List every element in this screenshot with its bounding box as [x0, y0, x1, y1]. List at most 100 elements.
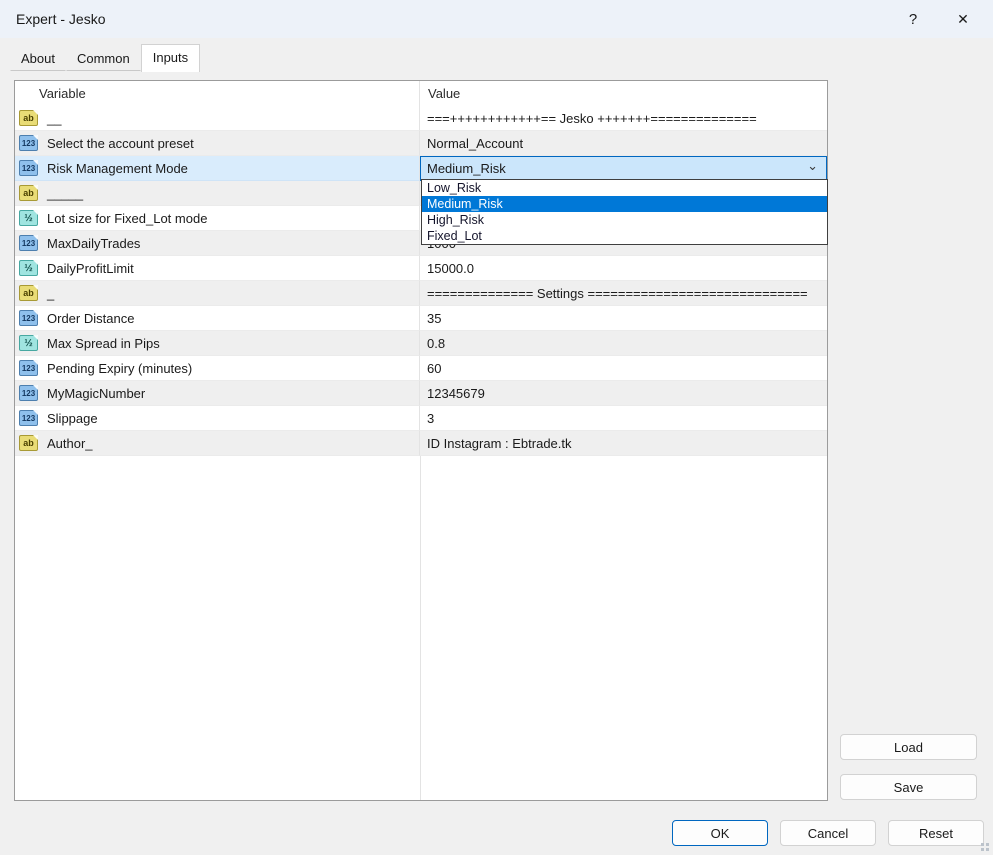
- variable-cell[interactable]: 123 Slippage: [15, 406, 420, 431]
- window-title: Expert - Jesko: [16, 11, 105, 27]
- value-cell[interactable]: 60: [420, 356, 827, 381]
- string-type-icon: ab: [19, 285, 38, 301]
- double-type-icon: ½: [19, 260, 38, 276]
- variable-cell[interactable]: 123 MaxDailyTrades: [15, 231, 420, 256]
- value-text: ===++++++++++++== Jesko +++++++=========…: [427, 111, 757, 126]
- variable-name: Max Spread in Pips: [47, 336, 160, 351]
- string-type-icon: ab: [19, 110, 38, 126]
- dropdown-option[interactable]: Fixed_Lot: [422, 228, 827, 244]
- table-row[interactable]: 123 Pending Expiry (minutes) 60: [15, 356, 827, 381]
- value-text: 0.8: [427, 336, 445, 351]
- variable-name: __: [47, 111, 61, 126]
- integer-type-icon: 123: [19, 160, 38, 176]
- variable-name: MaxDailyTrades: [47, 236, 140, 251]
- dropdown-option[interactable]: High_Risk: [422, 212, 827, 228]
- risk-mode-dropdown-list: Low_RiskMedium_RiskHigh_RiskFixed_Lot: [421, 179, 828, 245]
- table-body: ab __ ===++++++++++++== Jesko +++++++=====…: [15, 106, 827, 456]
- value-cell[interactable]: ============== Settings ================…: [420, 281, 827, 306]
- string-type-icon: ab: [19, 185, 38, 201]
- variable-name: Risk Management Mode: [47, 161, 188, 176]
- integer-type-icon: 123: [19, 235, 38, 251]
- variable-cell[interactable]: ab _: [15, 281, 420, 306]
- variable-name: Pending Expiry (minutes): [47, 361, 192, 376]
- tab-about[interactable]: About: [10, 46, 66, 71]
- value-cell[interactable]: Medium_Risk ⌄: [420, 156, 827, 181]
- save-button[interactable]: Save: [840, 774, 977, 800]
- integer-type-icon: 123: [19, 360, 38, 376]
- integer-type-icon: 123: [19, 135, 38, 151]
- variable-cell[interactable]: 123 Order Distance: [15, 306, 420, 331]
- value-cell[interactable]: 0.8: [420, 331, 827, 356]
- ok-button[interactable]: OK: [672, 820, 768, 846]
- value-cell[interactable]: 3: [420, 406, 827, 431]
- variable-cell[interactable]: ab Author_: [15, 431, 420, 456]
- table-row[interactable]: ab _ ============== Settings =============…: [15, 281, 827, 306]
- risk-mode-combobox[interactable]: Medium_Risk ⌄: [420, 156, 827, 181]
- value-text: 15000.0: [427, 261, 474, 276]
- string-type-icon: ab: [19, 435, 38, 451]
- table-row[interactable]: ½ Max Spread in Pips 0.8: [15, 331, 827, 356]
- value-cell[interactable]: ===++++++++++++== Jesko +++++++=========…: [420, 106, 827, 131]
- value-cell[interactable]: 35: [420, 306, 827, 331]
- variable-cell[interactable]: ab_____: [15, 181, 420, 206]
- dropdown-option[interactable]: Low_Risk: [422, 180, 827, 196]
- tab-common[interactable]: Common: [66, 46, 141, 71]
- variable-cell[interactable]: ½ Max Spread in Pips: [15, 331, 420, 356]
- variable-cell[interactable]: ½ DailyProfitLimit: [15, 256, 420, 281]
- value-cell[interactable]: 12345679: [420, 381, 827, 406]
- variable-name: Slippage: [47, 411, 98, 426]
- variable-cell[interactable]: 123 Select the account preset: [15, 131, 420, 156]
- value-cell[interactable]: 15000.0: [420, 256, 827, 281]
- variable-cell[interactable]: ab __: [15, 106, 420, 131]
- table-row[interactable]: ab __ ===++++++++++++== Jesko +++++++=====…: [15, 106, 827, 131]
- column-header-value[interactable]: Value: [420, 81, 827, 106]
- combobox-selected-value: Medium_Risk: [427, 161, 506, 176]
- close-button[interactable]: ✕: [941, 0, 985, 38]
- help-button[interactable]: ?: [891, 0, 935, 38]
- variable-name: Order Distance: [47, 311, 134, 326]
- tab-inputs[interactable]: Inputs: [141, 44, 200, 72]
- chevron-down-icon: ⌄: [807, 158, 818, 174]
- variable-name: MyMagicNumber: [47, 386, 145, 401]
- variable-name: Author_: [47, 436, 93, 451]
- table-row[interactable]: 123 Risk Management Mode Medium_Risk ⌄: [15, 156, 827, 181]
- expert-properties-dialog: Expert - Jesko ? ✕ About Common Inputs V…: [0, 0, 993, 855]
- variable-name: Select the account preset: [47, 136, 194, 151]
- value-cell[interactable]: ID Instagram : Ebtrade.tk: [420, 431, 827, 456]
- table-row[interactable]: ab Author_ ID Instagram : Ebtrade.tk: [15, 431, 827, 456]
- value-text: 60: [427, 361, 441, 376]
- variable-name: Lot size for Fixed_Lot mode: [47, 211, 207, 226]
- variable-cell[interactable]: 123 Pending Expiry (minutes): [15, 356, 420, 381]
- value-text: 3: [427, 411, 434, 426]
- table-row[interactable]: 123 MyMagicNumber 12345679: [15, 381, 827, 406]
- table-row[interactable]: 123 Select the account preset Normal_Accou…: [15, 131, 827, 156]
- integer-type-icon: 123: [19, 310, 38, 326]
- cancel-button[interactable]: Cancel: [780, 820, 876, 846]
- value-text: 12345679: [427, 386, 485, 401]
- variable-name: DailyProfitLimit: [47, 261, 134, 276]
- value-text: ID Instagram : Ebtrade.tk: [427, 436, 572, 451]
- double-type-icon: ½: [19, 335, 38, 351]
- resize-grip-icon[interactable]: [981, 843, 990, 852]
- value-text: 35: [427, 311, 441, 326]
- tab-strip: About Common Inputs: [10, 46, 200, 71]
- reset-button[interactable]: Reset: [888, 820, 984, 846]
- variable-name: _: [47, 286, 54, 301]
- table-row[interactable]: ½ DailyProfitLimit 15000.0: [15, 256, 827, 281]
- value-text: Normal_Account: [427, 136, 523, 151]
- title-bar[interactable]: Expert - Jesko ? ✕: [0, 0, 993, 38]
- double-type-icon: ½: [19, 210, 38, 226]
- variable-cell[interactable]: 123 MyMagicNumber: [15, 381, 420, 406]
- variable-cell[interactable]: ½ Lot size for Fixed_Lot mode: [15, 206, 420, 231]
- value-text: ============== Settings ================…: [427, 286, 808, 301]
- load-button[interactable]: Load: [840, 734, 977, 760]
- column-header-variable[interactable]: Variable: [15, 81, 420, 106]
- table-row[interactable]: 123 Order Distance 35: [15, 306, 827, 331]
- table-row[interactable]: 123 Slippage 3: [15, 406, 827, 431]
- integer-type-icon: 123: [19, 385, 38, 401]
- value-cell[interactable]: Normal_Account: [420, 131, 827, 156]
- variable-cell[interactable]: 123 Risk Management Mode: [15, 156, 420, 181]
- dropdown-option[interactable]: Medium_Risk: [422, 196, 827, 212]
- column-divider: [420, 456, 421, 800]
- integer-type-icon: 123: [19, 410, 38, 426]
